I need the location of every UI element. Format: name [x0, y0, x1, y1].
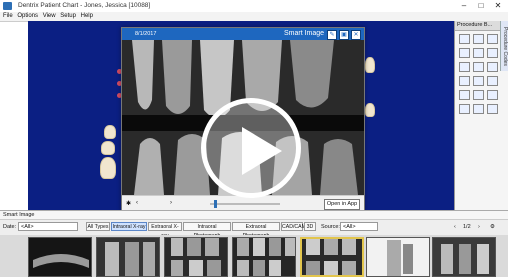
procedure-tool-icon[interactable]: [487, 90, 498, 100]
procedure-tool-icon[interactable]: [459, 34, 470, 44]
procedure-tool-icon[interactable]: [459, 76, 470, 86]
close-window-button[interactable]: ✕: [490, 1, 506, 11]
procedure-tool-icon[interactable]: [487, 76, 498, 86]
page-indicator: 1/2: [463, 224, 471, 230]
procedure-tool-icon[interactable]: [473, 104, 484, 114]
procedure-tool-icon[interactable]: [473, 34, 484, 44]
strip-title: Smart Image: [0, 211, 508, 220]
procedure-tool-icon[interactable]: [487, 34, 498, 44]
tab-intraoral-photograph[interactable]: Intraoral Photograph: [183, 222, 231, 239]
next-icon[interactable]: ›: [170, 200, 172, 206]
source-label: Source:: [321, 224, 340, 230]
prev-icon[interactable]: ‹: [136, 200, 138, 206]
tab-cad-cam[interactable]: CAD/CAM: [281, 222, 306, 231]
procedure-tool-icon[interactable]: [459, 48, 470, 58]
date-label: Date:: [3, 224, 17, 230]
tooth-icon[interactable]: [365, 57, 375, 73]
tab-3d[interactable]: 3D: [304, 222, 316, 231]
thumbnail-4[interactable]: [232, 237, 296, 277]
procedure-tool-icon[interactable]: [473, 48, 484, 58]
settings-icon[interactable]: ✱: [126, 200, 131, 207]
tooth-icon[interactable]: [100, 157, 116, 179]
page-next-icon[interactable]: ›: [478, 224, 480, 230]
window-title: Dentrix Patient Chart - Jones, Jessica […: [18, 2, 151, 9]
tab-all-types[interactable]: All Types: [86, 222, 110, 231]
play-icon[interactable]: [201, 98, 301, 198]
open-in-app-button[interactable]: Open in App: [324, 199, 360, 210]
date-select[interactable]: <All>: [18, 222, 78, 231]
tab-intraoral-xray[interactable]: Intraoral X-ray: [111, 222, 147, 231]
thumbnail-3[interactable]: [164, 237, 228, 277]
close-icon[interactable]: ✕: [351, 30, 361, 40]
menu-view[interactable]: View: [43, 12, 56, 21]
tab-extraoral-photograph[interactable]: Extraoral Photograph: [232, 222, 280, 239]
thumbnail-5-selected[interactable]: [300, 237, 364, 277]
tooth-icon[interactable]: [101, 141, 115, 155]
filter-bar: Date: <All> All Types Intraoral X-ray Ex…: [0, 221, 508, 239]
thumbnail-1[interactable]: [28, 237, 92, 277]
procedure-tool-icon[interactable]: [487, 104, 498, 114]
menu-file[interactable]: File: [3, 12, 13, 21]
tab-extraoral-xray[interactable]: Extraoral X-ray: [148, 222, 182, 239]
thumbnail-7[interactable]: [432, 237, 496, 277]
zoom-slider-handle[interactable]: [214, 200, 217, 208]
thumbnail-list: [0, 235, 508, 277]
source-select[interactable]: <All>: [340, 222, 378, 231]
procedure-tool-icon[interactable]: [473, 76, 484, 86]
maximize-button[interactable]: □: [473, 1, 489, 11]
procedure-tool-icon[interactable]: [459, 62, 470, 72]
thumbnail-6[interactable]: [366, 237, 430, 277]
menu-setup[interactable]: Setup: [60, 12, 76, 21]
procedure-codes-tab[interactable]: Procedure Codes: [500, 21, 508, 71]
page-prev-icon[interactable]: ‹: [454, 224, 456, 230]
menu-options[interactable]: Options: [17, 12, 38, 21]
procedure-tool-icon[interactable]: [487, 48, 498, 58]
app-icon: [3, 2, 12, 10]
minimize-button[interactable]: –: [456, 1, 472, 11]
menu-help[interactable]: Help: [81, 12, 93, 21]
image-date: 8/1/2017: [135, 31, 157, 37]
strip-settings-icon[interactable]: ⚙: [490, 224, 495, 230]
smart-image-header: 8/1/2017 Smart Image ✎ ▣ ✕: [122, 28, 364, 40]
procedure-tool-icon[interactable]: [473, 90, 484, 100]
edit-icon[interactable]: ✎: [327, 30, 337, 40]
smart-image-title: Smart Image: [284, 30, 325, 37]
procedure-tool-icon[interactable]: [473, 62, 484, 72]
zoom-slider[interactable]: [210, 203, 280, 205]
procedure-tool-icon[interactable]: [459, 104, 470, 114]
save-icon[interactable]: ▣: [339, 30, 349, 40]
tooth-icon[interactable]: [365, 103, 375, 117]
procedure-tool-icon[interactable]: [487, 62, 498, 72]
smart-image-strip: Smart Image Date: <All> All Types Intrao…: [0, 210, 508, 277]
thumbnail-2[interactable]: [96, 237, 160, 277]
tooth-icon[interactable]: [104, 125, 116, 139]
procedure-tool-icon[interactable]: [459, 90, 470, 100]
